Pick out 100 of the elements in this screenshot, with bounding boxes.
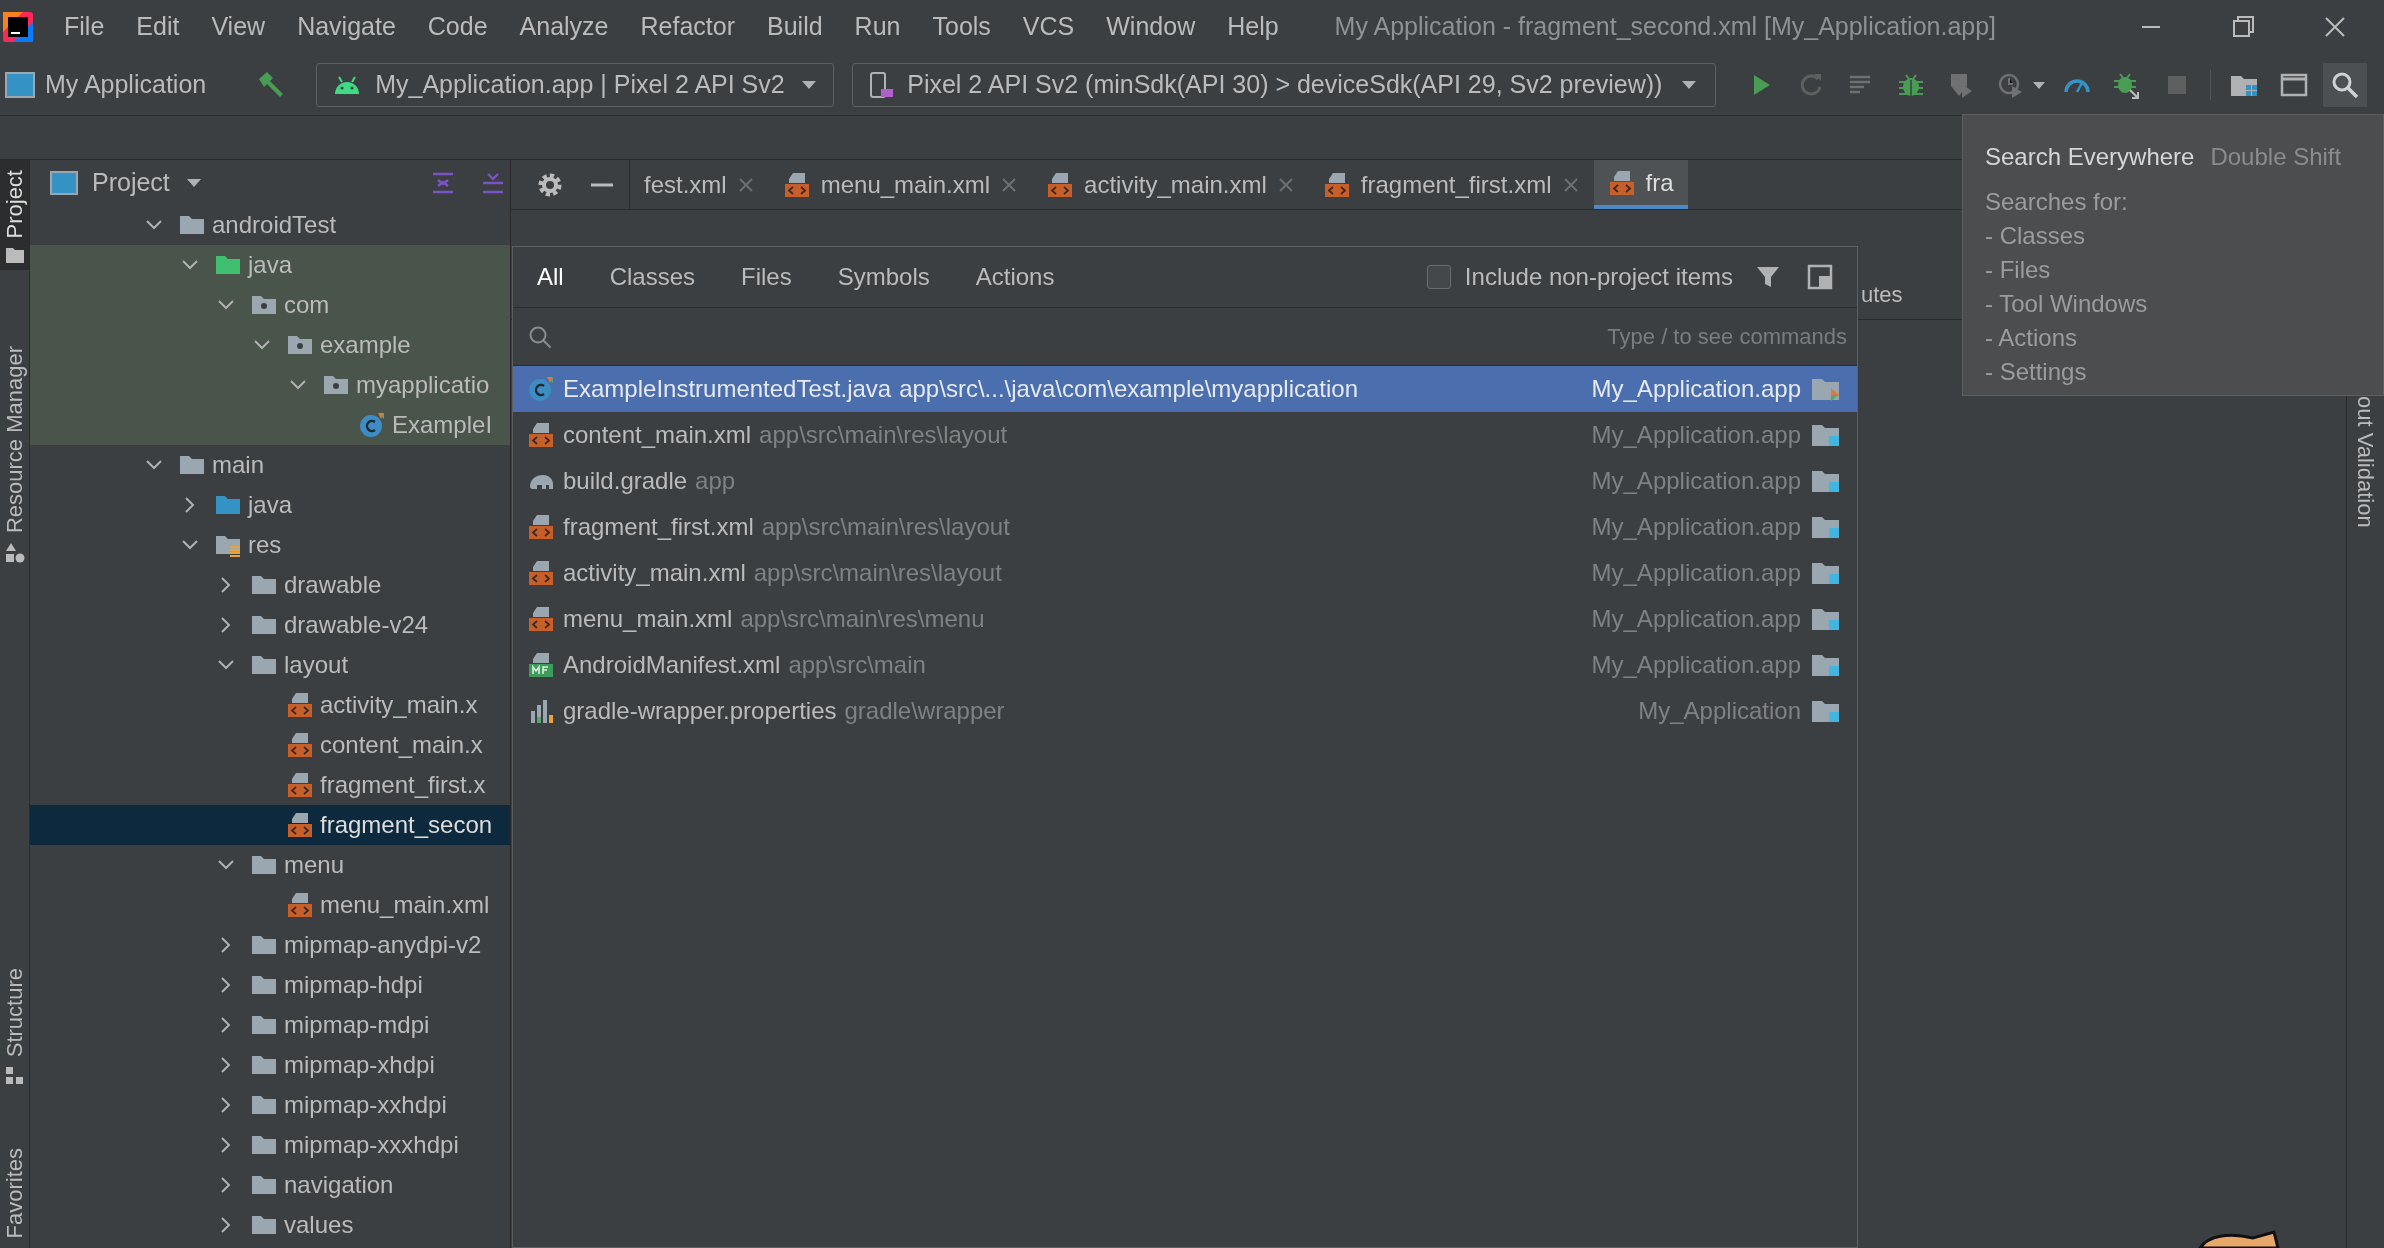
tool-window-tab[interactable]: Structure (0, 962, 29, 1092)
project-view-dropdown[interactable]: Project (92, 163, 204, 202)
xml-file-icon (782, 170, 811, 199)
search-result[interactable]: ExampleInstrumentedTest.java app\src\...\java\com\example\myapplication My_Application.app (513, 366, 1857, 412)
tree-item[interactable]: mipmap-xxhdpi (30, 1085, 510, 1125)
xml-file-icon (286, 811, 314, 839)
window-icon (50, 170, 78, 195)
tree-item[interactable]: fragment_secon (30, 805, 510, 845)
xml-file-icon (527, 605, 555, 633)
tooltip-item: - Files (1985, 255, 2052, 285)
search-result[interactable]: menu_main.xml app\src\main\res\menu My_Application.app (513, 596, 1857, 642)
search-tab[interactable]: All (527, 259, 574, 295)
tree-item[interactable]: androidTest (30, 205, 510, 245)
tree-item[interactable]: drawable-v24 (30, 605, 510, 645)
tooltip-item: - Settings (1985, 357, 2088, 387)
search-tab[interactable]: Actions (965, 259, 1065, 295)
xml-file-icon (527, 513, 555, 541)
checkbox-label: Include non-project items (1464, 262, 1733, 292)
menubar-item[interactable]: Build (757, 8, 833, 46)
tool-window-tab[interactable]: Project (0, 160, 29, 271)
tree-item[interactable]: com (30, 285, 510, 325)
shortcut-label: Double Shift (2210, 142, 2342, 172)
menubar-item[interactable]: VCS (1012, 8, 1085, 46)
menubar-item[interactable]: Code (417, 8, 498, 46)
tooltip-item: - Tool Windows (1985, 289, 2149, 319)
menubar-item[interactable]: Window (1096, 8, 1206, 46)
tree-item[interactable]: drawable (30, 565, 510, 605)
tree-item[interactable]: navigation (30, 1165, 510, 1205)
search-result[interactable]: content_main.xml app\src\main\res\layout My_Application.app (513, 412, 1857, 458)
tree-item[interactable]: java (30, 485, 510, 525)
tree-item[interactable]: example (30, 325, 510, 365)
search-result[interactable]: gradle-wrapper.properties gradle\wrapper My_Application (513, 688, 1857, 734)
xml-file-icon (286, 771, 314, 799)
editor-tab[interactable]: fragment_first.xml (1308, 160, 1594, 209)
tree-item[interactable]: mipmap-mdpi (30, 1005, 510, 1045)
tree-item[interactable]: main (30, 445, 510, 485)
tool-window-tab[interactable]: Favorites (0, 1141, 29, 1244)
tree-item[interactable]: ExampleI (30, 405, 510, 445)
tree-item[interactable]: mipmap-xhdpi (30, 1045, 510, 1085)
search-field[interactable]: Type / to see commands (567, 314, 1847, 359)
menubar-item[interactable]: Refactor (630, 8, 745, 46)
class-icon (527, 375, 555, 403)
tree-item[interactable]: activity_main.x (30, 685, 510, 725)
tree-item[interactable]: myapplicatio (30, 365, 510, 405)
menubar-item[interactable]: Tools (922, 8, 1001, 46)
search-button[interactable] (2323, 62, 2368, 107)
editor-tab[interactable]: fra (1593, 160, 1688, 209)
shapes-icon (4, 541, 25, 564)
search-tab[interactable]: Classes (599, 259, 706, 295)
editor-tab[interactable]: activity_main.xml (1032, 160, 1309, 209)
tree-item[interactable]: menu_main.xml (30, 885, 510, 925)
editor-tab[interactable]: menu_main.xml (768, 160, 1033, 209)
tree-item[interactable]: layout (30, 645, 510, 685)
tree-item[interactable]: mipmap-anydpi-v2 (30, 925, 510, 965)
tree-item[interactable]: content_main.x (30, 725, 510, 765)
menubar-item[interactable]: File (54, 8, 115, 46)
search-tab[interactable]: Files (731, 259, 802, 295)
tree-item[interactable]: fragment_first.x (30, 765, 510, 805)
search-result[interactable]: AndroidManifest.xml app\src\main My_Application.app (513, 642, 1857, 688)
manifest-file-icon (527, 651, 555, 679)
device-dropdown[interactable]: Pixel 2 API Sv2 (minSdk(API 30) > deviceSdk(API 29, Sv2 preview)) (852, 62, 1717, 107)
attributes-tab[interactable]: utes (1861, 278, 1903, 311)
preview-icon[interactable] (1807, 264, 1833, 290)
tree-item[interactable]: res (30, 525, 510, 565)
search-result[interactable]: fragment_first.xml app\src\main\res\layout My_Application.app (513, 504, 1857, 550)
project-name: My Application (45, 68, 207, 100)
editor-tab[interactable]: fest.xml (630, 160, 769, 209)
search-result[interactable]: build.gradle app My_Application.app (513, 458, 1857, 504)
tooltip-title: Search Everywhere (1985, 142, 2195, 172)
menubar-item[interactable]: Analyze (509, 8, 619, 46)
class-icon (358, 411, 386, 439)
app-logo-icon (2, 11, 34, 43)
tree-item[interactable]: mipmap-xxxhdpi (30, 1125, 510, 1165)
xml-file-icon (286, 891, 314, 919)
filter-icon[interactable] (1755, 264, 1781, 290)
tooltip-item: - Actions (1985, 323, 2079, 353)
tree-item[interactable]: java (30, 245, 510, 285)
menubar-item[interactable]: Edit (126, 8, 190, 46)
xml-file-icon (527, 559, 555, 587)
run-configuration-dropdown[interactable]: My_Application.app | Pixel 2 API Sv2 (316, 62, 835, 107)
menubar-item[interactable]: Help (1217, 8, 1289, 46)
xml-file-icon (527, 421, 555, 449)
menubar-item[interactable]: Run (844, 8, 911, 46)
search-result[interactable]: activity_main.xml app\src\main\res\layout My_Application.app (513, 550, 1857, 596)
menubar-item[interactable]: View (201, 8, 276, 46)
xml-file-icon (286, 691, 314, 719)
folder-icon (4, 246, 25, 265)
checkbox[interactable] (1426, 265, 1451, 289)
menubar-item[interactable]: Navigate (287, 8, 406, 46)
xml-file-icon (1607, 168, 1636, 197)
tree-item[interactable]: values (30, 1205, 510, 1245)
layout-validation-tab[interactable]: out Validation (2349, 396, 2382, 528)
tree-item[interactable]: mipmap-hdpi (30, 965, 510, 1005)
window-title: My Application - fragment_second.xml [My_Application.app] (1334, 11, 1997, 43)
device-icon (869, 70, 896, 99)
xml-file-icon (1322, 170, 1351, 199)
search-tab[interactable]: Symbols (827, 259, 940, 295)
structure-icon (4, 1065, 25, 1086)
tree-item[interactable]: menu (30, 845, 510, 885)
tool-window-tab[interactable]: Resource Manager (0, 340, 29, 570)
